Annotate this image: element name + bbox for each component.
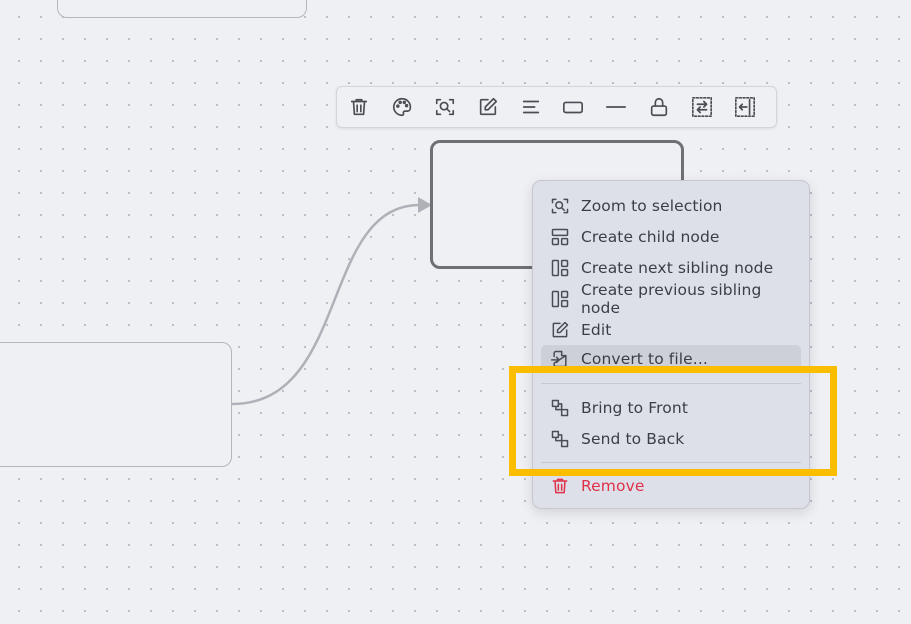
menu-item-zoom-to-selection[interactable]: Zoom to selection [541, 192, 801, 220]
line-style-button[interactable] [605, 95, 628, 119]
menu-item-convert-to-file[interactable]: Convert to file... [541, 345, 801, 373]
collapse-left-button[interactable] [733, 95, 756, 119]
send-to-back-icon [551, 430, 569, 448]
edit-icon [479, 97, 497, 116]
menu-separator [541, 462, 801, 463]
menu-item-label: Remove [581, 477, 645, 495]
menu-item-label: Create next sibling node [581, 259, 774, 277]
bring-to-front-icon [551, 399, 569, 417]
trash-icon [552, 478, 568, 494]
lock-icon [650, 97, 668, 117]
menu-item-label: Bring to Front [581, 399, 688, 417]
file-convert-icon [550, 350, 567, 368]
edit-icon [552, 321, 569, 338]
menu-item-label: Zoom to selection [581, 197, 723, 215]
menu-item-label: Edit [581, 321, 612, 339]
trash-icon [351, 98, 368, 116]
menu-item-send-to-back[interactable]: Send to Back [541, 425, 801, 453]
collapse-left-icon [734, 97, 755, 117]
menu-item-create-next-sibling-node[interactable]: Create next sibling node [541, 254, 801, 282]
swap-direction-icon [691, 97, 712, 117]
lock-button[interactable] [648, 95, 671, 119]
sibling-node-icon [551, 259, 569, 277]
line-icon [606, 106, 627, 108]
palette-icon [393, 97, 412, 117]
menu-item-edit[interactable]: Edit [541, 316, 801, 344]
menu-item-remove[interactable]: Remove [541, 472, 801, 500]
align-icon [522, 100, 539, 114]
rectangle-shape-icon [563, 101, 584, 114]
shape-button[interactable] [562, 95, 585, 119]
child-node-icon [551, 228, 569, 246]
node-toolbar [336, 86, 777, 128]
menu-item-label: Create previous sibling node [581, 281, 762, 317]
align-button[interactable] [519, 95, 542, 119]
sibling-node-icon [551, 290, 569, 308]
menu-item-label: Send to Back [581, 430, 685, 448]
swap-direction-button[interactable] [690, 95, 713, 119]
menu-item-bring-to-front[interactable]: Bring to Front [541, 394, 801, 422]
context-menu: Zoom to selection Create child node Crea… [532, 180, 810, 509]
zoom-selection-button[interactable] [434, 95, 457, 119]
edit-button[interactable] [476, 95, 499, 119]
zoom-selection-icon [435, 98, 455, 116]
delete-button[interactable] [348, 95, 371, 119]
menu-item-create-previous-sibling-node[interactable]: Create previous sibling node [541, 281, 801, 317]
menu-item-label: Create child node [581, 228, 720, 246]
menu-separator [541, 383, 801, 384]
menu-item-create-child-node[interactable]: Create child node [541, 223, 801, 251]
menu-item-label: Convert to file... [581, 350, 708, 368]
zoom-selection-icon [551, 198, 569, 214]
color-button[interactable] [391, 95, 414, 119]
